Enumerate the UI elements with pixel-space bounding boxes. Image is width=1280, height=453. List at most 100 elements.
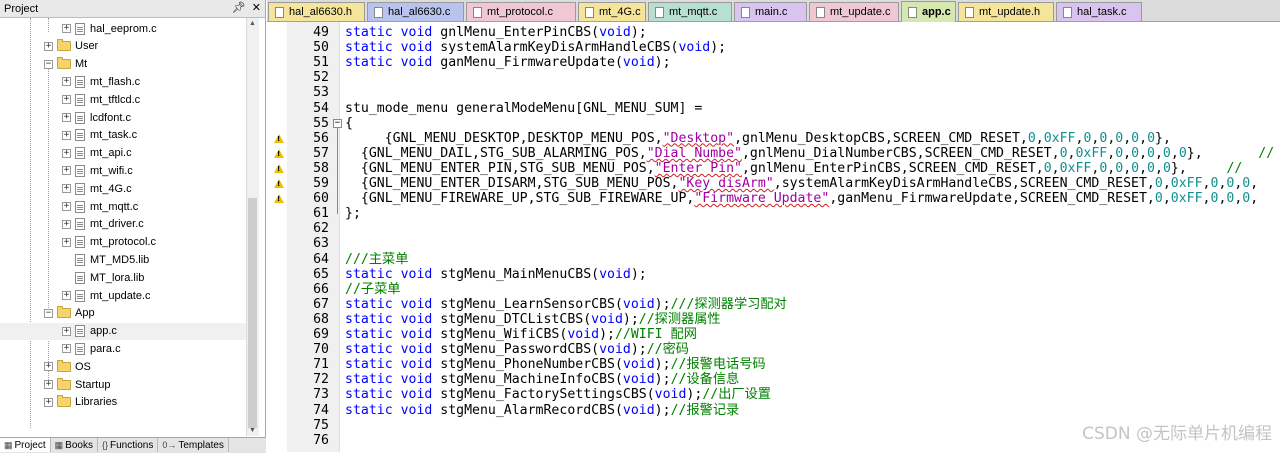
expand-icon[interactable]: +	[62, 237, 71, 247]
expand-icon[interactable]: +	[62, 184, 71, 194]
code-line[interactable]: 56 {GNL_MENU_DESKTOP,DESKTOP_MENU_POS,"D…	[267, 131, 1280, 146]
editor-tab[interactable]: hal_task.c	[1056, 2, 1142, 21]
code-number: 0	[1131, 130, 1140, 146]
editor-tab[interactable]: app.c	[901, 1, 956, 22]
bottom-tab-functions[interactable]: {} Functions	[98, 438, 159, 452]
editor-tab[interactable]: main.c	[734, 2, 807, 21]
tree-file[interactable]: MT_MD5.lib	[62, 251, 149, 268]
code-line[interactable]: 61};	[267, 206, 1280, 221]
code-line[interactable]: 55−{	[267, 116, 1280, 131]
code-line[interactable]: 64 ///主菜单	[267, 252, 1280, 267]
tree-folder[interactable]: − Mt	[44, 56, 87, 73]
tree-file[interactable]: + mt_flash.c	[62, 73, 140, 90]
tree-file[interactable]: + mt_driver.c	[62, 216, 144, 233]
tree-file[interactable]: MT_lora.lib	[62, 269, 144, 286]
code-line[interactable]: 62	[267, 221, 1280, 236]
expand-icon[interactable]: +	[62, 113, 71, 122]
tree-file[interactable]: + mt_api.c	[62, 145, 132, 162]
fold-bracket-line	[337, 127, 338, 215]
expand-icon[interactable]: +	[44, 380, 53, 389]
expand-icon[interactable]: +	[62, 326, 71, 336]
code-line[interactable]: 65 static void stgMenu_MainMenuCBS(void);	[267, 267, 1280, 282]
editor-tab[interactable]: hal_al6630.h	[268, 2, 365, 21]
tree-folder[interactable]: + Libraries	[44, 394, 117, 411]
code-line[interactable]: 60 {GNL_MENU_FIREWARE_UP,STG_SUB_FIREWAR…	[267, 191, 1280, 206]
editor-tab[interactable]: mt_4G.c	[578, 2, 646, 21]
bottom-tab-project[interactable]: ▦ Project	[0, 438, 51, 452]
code-line[interactable]: 59 {GNL_MENU_ENTER_DISARM,STG_SUB_MENU_P…	[267, 176, 1280, 191]
expand-icon[interactable]: +	[44, 362, 53, 372]
code-token: },	[1186, 145, 1259, 161]
expand-icon[interactable]: +	[62, 291, 71, 300]
tree-folder[interactable]: + Startup	[44, 376, 110, 393]
code-line[interactable]: 73 static void stgMenu_FactorySettingsCBS…	[267, 387, 1280, 402]
collapse-icon[interactable]: −	[44, 308, 53, 318]
code-line[interactable]: 71 static void stgMenu_PhoneNumberCBS(voi…	[267, 357, 1280, 372]
tree-scrollbar[interactable]: ▲ ▼	[246, 18, 259, 436]
editor-tab[interactable]: mt_update.c	[809, 2, 899, 21]
code-line[interactable]: 52	[267, 70, 1280, 85]
scroll-up-icon[interactable]: ▲	[249, 20, 256, 27]
code-line[interactable]: 66 //子菜单	[267, 282, 1280, 297]
expand-icon[interactable]: +	[62, 24, 71, 33]
tree-folder[interactable]: + User	[44, 38, 98, 55]
tree-file[interactable]: + mt_mqtt.c	[62, 198, 138, 215]
tree-file[interactable]: + lcdfont.c	[62, 109, 131, 126]
code-line[interactable]: 70 static void stgMenu_PasswordCBS(void);…	[267, 342, 1280, 357]
code-line[interactable]: 53	[267, 85, 1280, 100]
code-line[interactable]: 50 static void systemAlarmKeyDisArmHandle…	[267, 40, 1280, 55]
code-token: stgMenu_DTCListCBS(	[440, 311, 592, 327]
tree-file[interactable]: + mt_protocol.c	[62, 234, 156, 251]
bottom-tab-books[interactable]: ▦ Books	[51, 438, 98, 452]
scrollbar-thumb[interactable]	[248, 198, 257, 428]
fold-collapse-icon[interactable]: −	[333, 118, 342, 128]
tree-folder[interactable]: + OS	[44, 358, 91, 375]
expand-icon[interactable]: +	[62, 95, 71, 105]
code-line[interactable]: 74 static void stgMenu_AlarmRecordCBS(voi…	[267, 403, 1280, 418]
code-editor[interactable]: 49 static void gnlMenu_EnterPinCBS(void);…	[267, 22, 1280, 452]
code-line[interactable]: 68 static void stgMenu_DTCListCBS(void);/…	[267, 312, 1280, 327]
bottom-tab-templates[interactable]: 0→ Templates	[158, 438, 229, 452]
expand-icon[interactable]: +	[62, 130, 71, 140]
expand-icon[interactable]: +	[44, 41, 53, 51]
editor-tab[interactable]: mt_mqtt.c	[648, 2, 732, 21]
expand-icon[interactable]: +	[62, 344, 71, 354]
editor-tab[interactable]: mt_update.h	[958, 2, 1054, 21]
editor-tab[interactable]: hal_al6630.c	[367, 2, 464, 21]
tree-file[interactable]: + mt_update.c	[62, 287, 151, 304]
templates-icon: 0→	[162, 440, 177, 450]
code-line[interactable]: 57 {GNL_MENU_DAIL,STG_SUB_ALARMING_POS,"…	[267, 146, 1280, 161]
expand-icon[interactable]: +	[44, 397, 53, 407]
code-line[interactable]: 51 static void ganMenu_FirmwareUpdate(voi…	[267, 55, 1280, 70]
tree-file[interactable]: + mt_task.c	[62, 127, 137, 144]
expand-icon[interactable]: +	[62, 219, 71, 229]
close-icon[interactable]: ✕	[252, 1, 261, 14]
tree-folder[interactable]: − App	[44, 305, 95, 322]
expand-icon[interactable]: +	[62, 77, 71, 87]
collapse-icon[interactable]: −	[44, 59, 53, 69]
tree-file[interactable]: + mt_wifi.c	[62, 162, 133, 179]
tree-file[interactable]: + para.c	[62, 340, 121, 357]
expand-icon[interactable]: +	[62, 148, 71, 158]
expand-icon[interactable]: +	[62, 166, 71, 176]
tree-file[interactable]: + app.c	[0, 322, 258, 340]
code-line[interactable]: 58 {GNL_MENU_ENTER_PIN,STG_SUB_MENU_POS,…	[267, 161, 1280, 176]
code-line[interactable]: 63	[267, 236, 1280, 251]
tree-item-label: mt_flash.c	[90, 75, 141, 88]
code-token: stgMenu_MainMenuCBS(	[440, 266, 600, 282]
code-line[interactable]: 72 static void stgMenu_MachineInfoCBS(voi…	[267, 372, 1280, 387]
tree-item-label: hal_eeprom.c	[90, 22, 157, 35]
code-line[interactable]: 67 static void stgMenu_LearnSensorCBS(voi…	[267, 297, 1280, 312]
expand-icon[interactable]: +	[62, 202, 71, 211]
tree-file[interactable]: + hal_eeprom.c	[62, 20, 157, 37]
editor-tab[interactable]: mt_protocol.c	[466, 2, 576, 21]
file-icon	[75, 93, 85, 106]
scroll-down-icon[interactable]: ▼	[249, 427, 256, 434]
code-line[interactable]: 69 static void stgMenu_WifiCBS(void);//WI…	[267, 327, 1280, 342]
tree-file[interactable]: + mt_4G.c	[62, 180, 132, 197]
tree-file[interactable]: + mt_tftlcd.c	[62, 91, 140, 108]
code-line[interactable]: 54 stu_mode_menu generalModeMenu[GNL_MENU…	[267, 101, 1280, 116]
code-token: ,	[1139, 130, 1148, 146]
pin-icon[interactable]: 📌︎	[232, 1, 246, 14]
code-line[interactable]: 49 static void gnlMenu_EnterPinCBS(void);	[267, 25, 1280, 40]
